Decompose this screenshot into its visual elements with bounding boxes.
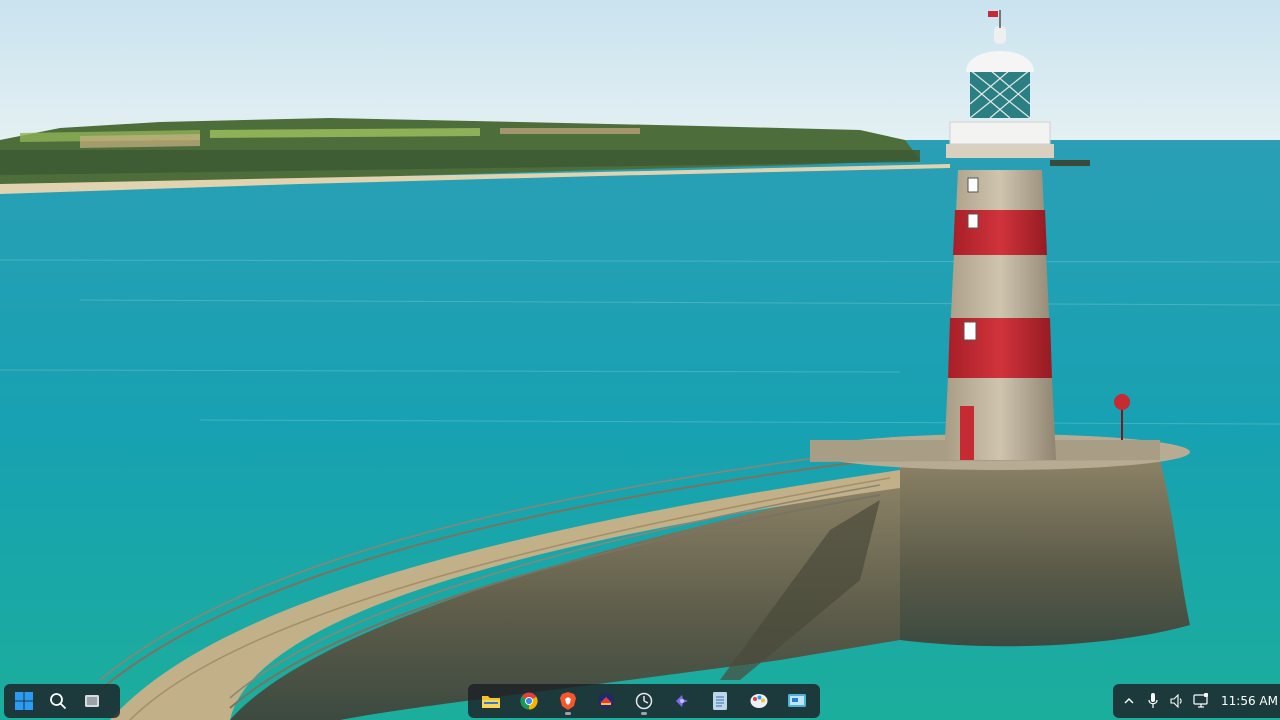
taskbar-app-screen[interactable] (781, 685, 813, 717)
search-icon (50, 693, 67, 710)
system-tray: 11:56 AM (1113, 684, 1280, 718)
taskbar-app-paint[interactable] (743, 685, 775, 717)
volume-icon (1170, 694, 1182, 708)
chrome-icon (520, 692, 538, 710)
taskbar-app-misc[interactable] (590, 685, 622, 717)
display-button[interactable] (1191, 686, 1211, 716)
clock-app-icon (635, 692, 653, 710)
microphone-icon (1148, 693, 1158, 708)
taskbar-app-chrome[interactable] (513, 685, 545, 717)
brave-icon (559, 692, 576, 710)
file-explorer-icon (482, 696, 501, 708)
taskbar-app-brave[interactable] (552, 685, 584, 717)
taskbar-left (4, 684, 120, 718)
notepad-icon (713, 692, 728, 710)
microphone-button[interactable] (1143, 686, 1163, 716)
display-icon (1193, 693, 1208, 708)
taskbar-app-file-explorer[interactable] (475, 685, 507, 717)
running-indicator (564, 712, 571, 715)
tool-icon (676, 695, 689, 707)
task-view-icon (85, 695, 99, 707)
clock-time[interactable]: 11:56 AM (1221, 694, 1278, 708)
taskbar-app-tool[interactable] (666, 685, 698, 717)
taskbar-apps (468, 684, 820, 718)
taskbar-app-clock[interactable] (628, 685, 660, 717)
search-button[interactable] (42, 685, 74, 717)
paint-icon (750, 694, 768, 708)
taskbar-app-notepad[interactable] (704, 685, 736, 717)
screen-icon (787, 694, 806, 707)
running-indicator (640, 712, 647, 715)
show-hidden-icons-button[interactable] (1119, 686, 1139, 716)
task-view-button[interactable] (76, 685, 108, 717)
chevron-up-icon (1124, 698, 1134, 704)
app-icon (597, 693, 614, 709)
start-button[interactable] (8, 685, 40, 717)
desktop-wallpaper (0, 0, 1280, 720)
volume-button[interactable] (1167, 686, 1187, 716)
start-icon (15, 692, 33, 710)
